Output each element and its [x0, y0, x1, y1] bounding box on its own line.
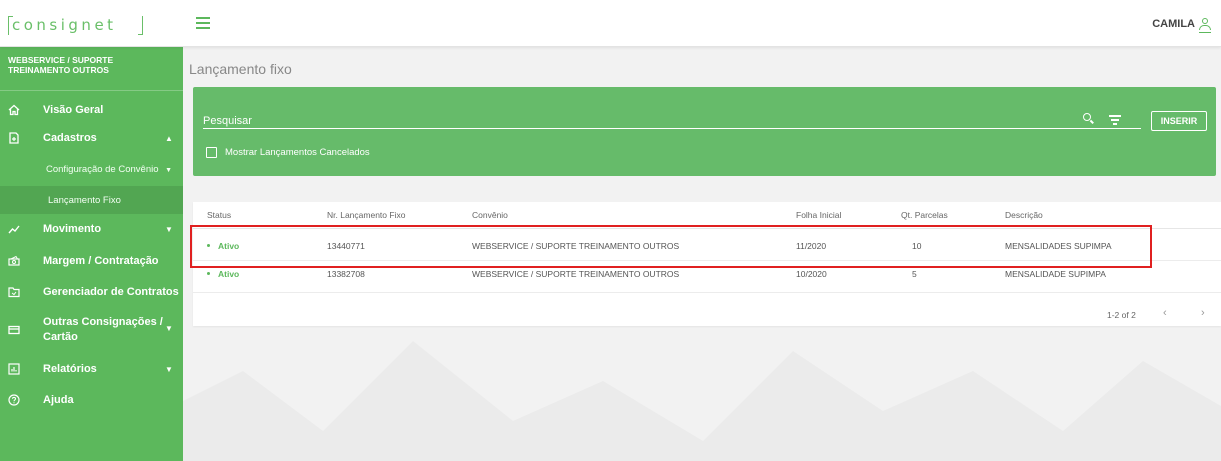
- sidebar-item-label: Gerenciador de Contratos: [43, 286, 179, 298]
- sidebar-item-label: Relatórios: [43, 363, 97, 375]
- column-header-descricao[interactable]: Descrição: [1005, 210, 1043, 220]
- folder-icon: [8, 286, 20, 298]
- column-header-parcelas[interactable]: Qt. Parcelas: [901, 210, 948, 220]
- sidebar-item-label: Margem / Contratação: [43, 255, 159, 267]
- sidebar-item-label: Movimento: [43, 223, 102, 235]
- sidebar-item-relatorios[interactable]: Relatórios ▼: [0, 361, 183, 377]
- column-header-convenio[interactable]: Convênio: [472, 210, 508, 220]
- menu-toggle-icon[interactable]: [196, 17, 210, 29]
- card-icon: [8, 324, 20, 336]
- show-cancelled-option: Mostrar Lançamentos Cancelados: [206, 147, 370, 158]
- qt-parcelas: 5: [912, 269, 917, 279]
- caret-up-icon: ▲: [165, 133, 173, 143]
- chevron-right-icon[interactable]: ›: [1201, 307, 1205, 319]
- background-mountains: [183, 341, 1221, 461]
- sidebar-item-label: Cadastros: [43, 132, 97, 144]
- org-line-2: TREINAMENTO OUTROS: [8, 65, 109, 75]
- descricao: MENSALIDADE SUPIMPA: [1005, 269, 1106, 279]
- sidebar-item-label: Outras Consignações / Cartão: [43, 316, 163, 343]
- status-badge: Ativo: [207, 269, 239, 279]
- sidebar-item-ajuda[interactable]: Ajuda: [0, 392, 183, 408]
- sidebar-item-label: Ajuda: [43, 394, 74, 406]
- page-title: Lançamento fixo: [189, 61, 292, 77]
- user-name: CAMILA: [1152, 18, 1195, 30]
- sidebar-item-gerenciador-contratos[interactable]: Gerenciador de Contratos: [0, 284, 183, 300]
- show-cancelled-checkbox[interactable]: [206, 147, 217, 158]
- search-input[interactable]: [203, 112, 1063, 130]
- sidebar-subitem-lancamento-fixo[interactable]: Lançamento Fixo: [0, 186, 183, 214]
- caret-down-icon: ▼: [165, 324, 173, 333]
- table-header: Status Nr. Lançamento Fixo Convênio Folh…: [193, 202, 1221, 229]
- pagination-info: 1-2 of 2: [1107, 310, 1136, 320]
- status-badge: Ativo: [207, 241, 239, 251]
- search-panel: INSERIR Mostrar Lançamentos Cancelados: [193, 87, 1216, 176]
- show-cancelled-label: Mostrar Lançamentos Cancelados: [225, 147, 370, 158]
- descricao: MENSALIDADES SUPIMPA: [1005, 241, 1112, 251]
- sidebar-item-movimento[interactable]: Movimento ▼: [0, 221, 183, 237]
- sidebar-subitem-label: Lançamento Fixo: [48, 195, 121, 206]
- org-line-1: WEBSERVICE / SUPORTE: [8, 55, 114, 65]
- chevron-left-icon[interactable]: ‹: [1163, 307, 1167, 319]
- report-icon: [8, 363, 20, 375]
- launch-number: 13440771: [327, 241, 365, 251]
- caret-down-icon: ▼: [165, 224, 173, 234]
- caret-down-icon: ▼: [165, 364, 173, 374]
- launches-table: Status Nr. Lançamento Fixo Convênio Folh…: [193, 202, 1221, 326]
- logo-text: consignet: [12, 16, 117, 34]
- trend-icon: [8, 223, 20, 235]
- sidebar-item-cadastros[interactable]: Cadastros ▲: [0, 130, 183, 146]
- logo-bracket-right: [138, 16, 143, 35]
- insert-button[interactable]: INSERIR: [1151, 111, 1207, 131]
- convenio-name: WEBSERVICE / SUPORTE TREINAMENTO OUTROS: [472, 269, 680, 279]
- sidebar-item-visao-geral[interactable]: Visão Geral: [0, 102, 183, 118]
- sidebar-subitem-label: Configuração de Convênio ▼: [46, 164, 173, 175]
- user-icon: [1199, 18, 1211, 33]
- table-row[interactable]: Ativo 13440771 WEBSERVICE / SUPORTE TREI…: [193, 230, 1221, 261]
- search-icon[interactable]: [1083, 113, 1095, 125]
- sidebar-item-margem-contratacao[interactable]: Margem / Contratação: [0, 253, 183, 269]
- home-icon: [8, 104, 20, 116]
- caret-down-icon: ▼: [165, 167, 173, 174]
- table-row[interactable]: Ativo 13382708 WEBSERVICE / SUPORTE TREI…: [193, 262, 1221, 293]
- column-header-folha[interactable]: Folha Inicial: [796, 210, 841, 220]
- consignet-logo[interactable]: consignet: [8, 14, 148, 38]
- filter-icon[interactable]: [1109, 115, 1121, 125]
- help-icon: [8, 394, 20, 406]
- main-content: Lançamento fixo INSERIR Mostrar Lançamen…: [183, 47, 1221, 461]
- folha-inicial: 11/2020: [796, 241, 827, 251]
- document-icon: [8, 132, 20, 144]
- sidebar-item-label: Visão Geral: [43, 104, 104, 116]
- money-icon: [8, 255, 20, 267]
- sidebar-subitem-configuracao-convenio[interactable]: Configuração de Convênio ▼: [0, 164, 183, 180]
- sidebar: WEBSERVICE / SUPORTE TREINAMENTO OUTROS …: [0, 47, 183, 461]
- folha-inicial: 10/2020: [796, 269, 827, 279]
- convenio-name: WEBSERVICE / SUPORTE TREINAMENTO OUTROS: [472, 241, 680, 251]
- sidebar-item-outras-consignacoes[interactable]: Outras Consignações / Cartão ▼: [0, 315, 183, 345]
- top-bar: consignet CAMILA: [0, 0, 1221, 47]
- search-field: [203, 111, 1141, 130]
- column-header-status[interactable]: Status: [207, 210, 231, 220]
- launch-number: 13382708: [327, 269, 365, 279]
- qt-parcelas: 10: [912, 241, 922, 251]
- column-header-number[interactable]: Nr. Lançamento Fixo: [327, 210, 405, 220]
- user-menu[interactable]: CAMILA: [1152, 18, 1211, 33]
- organization-name: WEBSERVICE / SUPORTE TREINAMENTO OUTROS: [0, 47, 183, 91]
